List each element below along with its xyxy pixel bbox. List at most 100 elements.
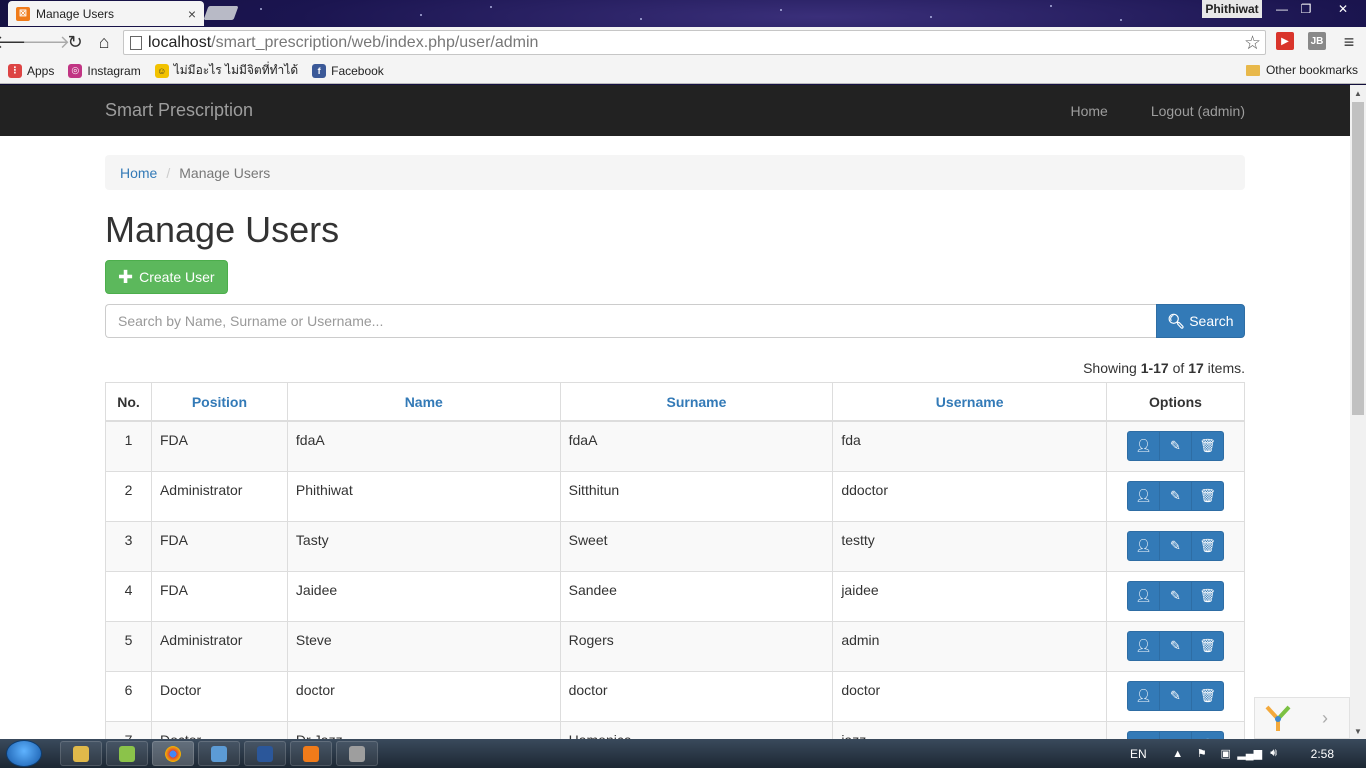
browser-tab[interactable]: ⊠ Manage Users ×: [8, 1, 204, 26]
pencil-icon: ✎: [1170, 437, 1181, 453]
bookmark-instagram[interactable]: ◎ Instagram: [68, 63, 141, 78]
create-user-button[interactable]: ✚ Create User: [105, 260, 228, 295]
scroll-up-icon[interactable]: ▲: [1350, 85, 1366, 101]
chrome-task[interactable]: [152, 741, 194, 766]
start-button[interactable]: [6, 740, 42, 767]
summary-text: Showing 1-17 of 17 items.: [105, 360, 1245, 380]
chevron-right-icon[interactable]: ›: [1301, 708, 1349, 729]
language-indicator[interactable]: EN: [1130, 747, 1147, 761]
profile-button[interactable]: Phithiwat: [1202, 0, 1262, 18]
tray-expand-icon[interactable]: ▲: [1171, 748, 1185, 760]
delete-user-button[interactable]: 🗑︎: [1191, 530, 1224, 561]
home-icon[interactable]: ⌂: [93, 31, 115, 53]
page-icon: [130, 35, 142, 50]
edit-user-button[interactable]: ✎: [1159, 480, 1192, 511]
delete-user-button[interactable]: 🗑︎: [1191, 730, 1224, 739]
header-surname[interactable]: Surname: [559, 382, 834, 422]
bookmark-star-icon[interactable]: ☆: [1244, 32, 1261, 55]
delete-user-button[interactable]: 🗑︎: [1191, 430, 1224, 461]
reload-icon[interactable]: ↻: [64, 31, 86, 53]
network-icon[interactable]: ▂▄▆: [1237, 748, 1262, 760]
trash-icon: 🗑︎: [1199, 437, 1216, 453]
breadcrumb-current: Manage Users: [179, 164, 271, 181]
chrome-menu-icon[interactable]: ≡: [1338, 31, 1360, 53]
cell-options: 👤︎✎🗑︎: [1106, 720, 1245, 739]
search-input[interactable]: [105, 304, 1156, 339]
remote-task[interactable]: [198, 741, 240, 766]
bookmark-thai[interactable]: ☺ ไม่มีอะไร ไม่มีจิตที่ทำได้: [154, 61, 298, 80]
delete-user-button[interactable]: 🗑︎: [1191, 480, 1224, 511]
bookmark-label: Apps: [27, 63, 55, 78]
cell-position: FDA: [150, 570, 288, 622]
forward-arrow-icon[interactable]: 🡒: [22, 31, 70, 53]
navbar-brand[interactable]: Smart Prescription: [105, 100, 1027, 121]
header-username[interactable]: Username: [832, 382, 1107, 422]
view-user-button[interactable]: 👤︎: [1127, 430, 1160, 461]
scroll-down-icon[interactable]: ▼: [1350, 723, 1366, 739]
pencil-icon: ✎: [1170, 687, 1181, 703]
delete-user-button[interactable]: 🗑︎: [1191, 580, 1224, 611]
bookmark-apps[interactable]: ⋮ Apps: [8, 63, 55, 78]
pencil-icon: ✎: [1170, 587, 1181, 603]
edit-user-button[interactable]: ✎: [1159, 630, 1192, 661]
xampp-task[interactable]: [290, 741, 332, 766]
view-user-button[interactable]: 👤︎: [1127, 680, 1160, 711]
app-icon: [119, 745, 135, 762]
new-tab-button[interactable]: [203, 6, 239, 20]
nav-logout-link[interactable]: Logout (admin): [1151, 103, 1245, 119]
explorer-task[interactable]: [60, 741, 102, 766]
pencil-icon: ✎: [1170, 537, 1181, 553]
address-bar[interactable]: localhost/smart_prescription/web/index.p…: [123, 30, 1266, 55]
tab-close-icon[interactable]: ×: [188, 6, 196, 22]
trash-icon: 🗑︎: [1199, 587, 1216, 603]
user-icon: 👤︎: [1135, 637, 1152, 653]
clock[interactable]: 2:58: [1311, 747, 1334, 761]
extension-jb-icon[interactable]: JB: [1308, 32, 1326, 50]
edit-user-button[interactable]: ✎: [1159, 680, 1192, 711]
view-user-button[interactable]: 👤︎: [1127, 730, 1160, 739]
cell-position: FDA: [150, 520, 288, 572]
edit-user-button[interactable]: ✎: [1159, 430, 1192, 461]
page-scrollbar[interactable]: ▲ ▼: [1350, 85, 1366, 739]
delete-user-button[interactable]: 🗑︎: [1191, 630, 1224, 661]
minimize-icon[interactable]: —: [1270, 0, 1294, 18]
bookmark-facebook[interactable]: f Facebook: [312, 63, 384, 78]
view-user-button[interactable]: 👤︎: [1127, 580, 1160, 611]
flag-icon[interactable]: ⚑: [1195, 748, 1209, 760]
delete-user-button[interactable]: 🗑︎: [1191, 680, 1224, 711]
breadcrumb-home-link[interactable]: Home: [120, 165, 157, 181]
row-actions: 👤︎ ✎ 🗑︎: [1127, 530, 1224, 561]
edit-user-button[interactable]: ✎: [1159, 730, 1192, 739]
view-user-button[interactable]: 👤︎: [1127, 630, 1160, 661]
row-actions: 👤︎✎🗑︎: [1127, 730, 1224, 739]
yii-logo-icon[interactable]: [1255, 698, 1301, 738]
nav-home-link[interactable]: Home: [1070, 103, 1107, 119]
restore-icon[interactable]: ❐: [1294, 0, 1318, 18]
scroll-thumb[interactable]: [1352, 102, 1364, 415]
edit-user-button[interactable]: ✎: [1159, 580, 1192, 611]
volume-icon[interactable]: 🔊︎: [1267, 747, 1281, 760]
cell-name: Steve: [286, 620, 561, 672]
header-position[interactable]: Position: [150, 382, 288, 422]
window-close-icon[interactable]: ✕: [1320, 0, 1366, 18]
cell-position: Doctor: [150, 670, 288, 722]
cell-name: Tasty: [286, 520, 561, 572]
summary-of: of: [1172, 360, 1185, 377]
view-user-button[interactable]: 👤︎: [1127, 480, 1160, 511]
main-container: Home / Manage Users Manage Users ✚ Creat…: [105, 155, 1245, 739]
trash-icon: 🗑︎: [1199, 487, 1216, 503]
view-user-button[interactable]: 👤︎: [1127, 530, 1160, 561]
paint-task[interactable]: [336, 741, 378, 766]
cell-position: FDA: [150, 420, 288, 472]
word-task[interactable]: [244, 741, 286, 766]
other-bookmarks[interactable]: Other bookmarks: [1245, 63, 1358, 77]
header-name[interactable]: Name: [286, 382, 561, 422]
cell-position: Administrator: [150, 620, 288, 672]
yii-debug-toolbar[interactable]: ›: [1254, 697, 1350, 739]
edit-user-button[interactable]: ✎: [1159, 530, 1192, 561]
app-task[interactable]: [106, 741, 148, 766]
search-button[interactable]: 🔍︎ Search: [1156, 304, 1245, 339]
extension-red-icon[interactable]: ▶: [1276, 32, 1294, 50]
device-icon[interactable]: ▣: [1219, 748, 1233, 760]
url-host: localhost: [148, 33, 212, 51]
